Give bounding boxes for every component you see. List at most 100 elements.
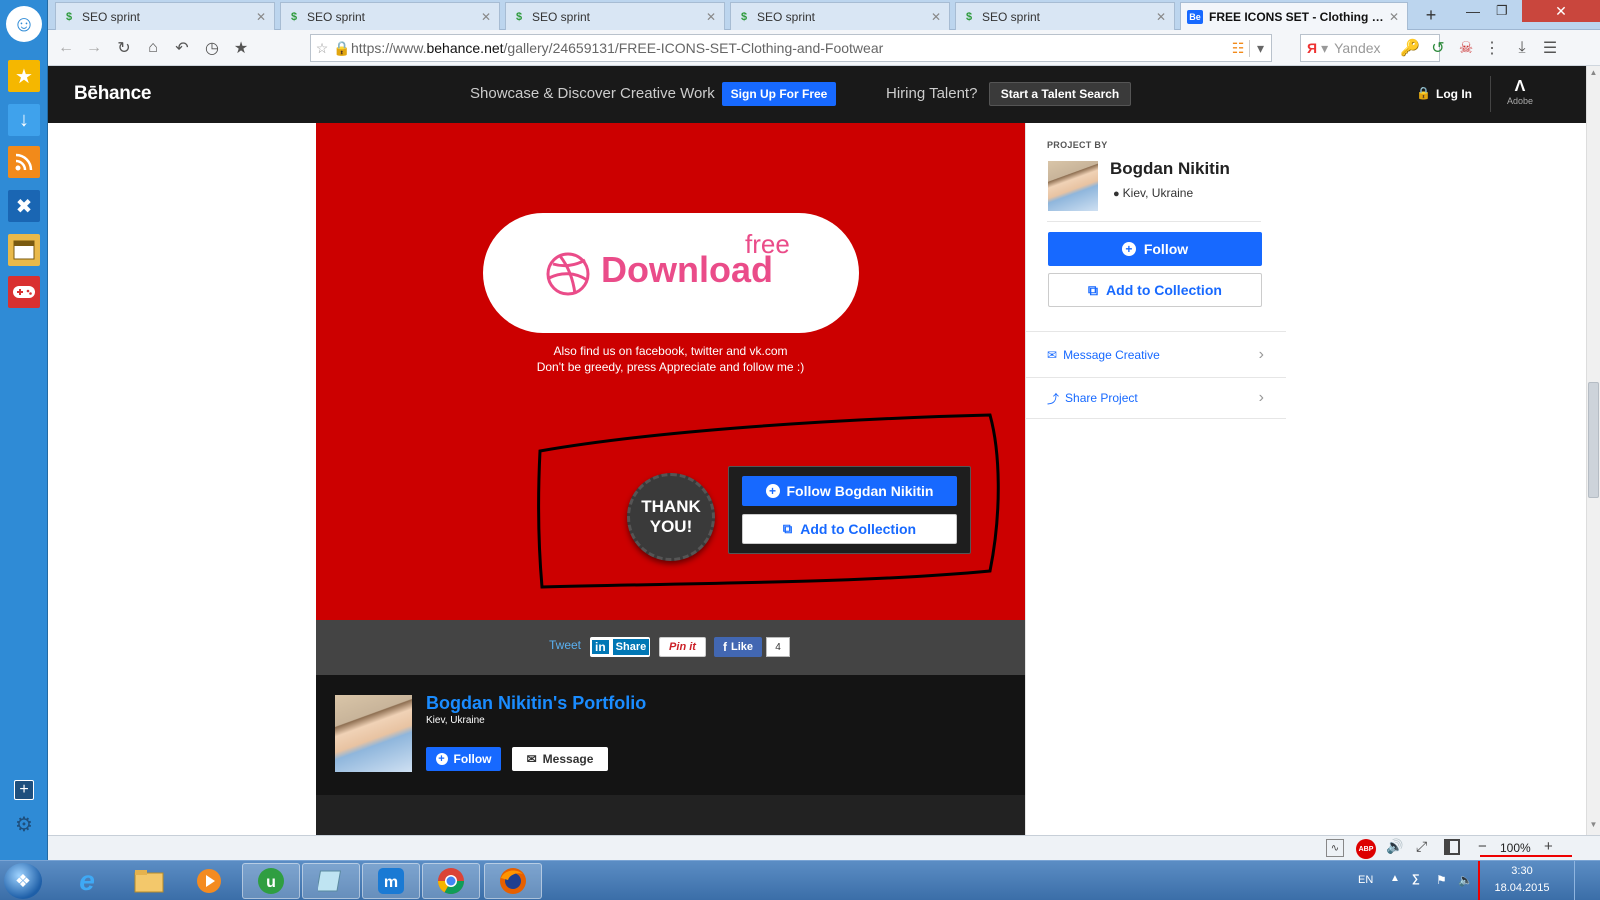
portfolio-follow-button[interactable]: + Follow	[426, 747, 501, 771]
show-desktop-button[interactable]	[1574, 861, 1598, 900]
pinterest-button[interactable]: Pin it	[659, 637, 706, 657]
file-explorer-icon[interactable]	[120, 863, 178, 899]
scrollbar-thumb[interactable]	[1588, 382, 1599, 498]
svg-text:u: u	[266, 874, 276, 891]
tab-seo-sprint-5[interactable]: $ SEO sprint ✕	[955, 2, 1175, 30]
passwords-key-icon[interactable]: 🔑	[1400, 38, 1420, 58]
portfolio-avatar[interactable]	[335, 695, 412, 772]
forward-arrow-icon[interactable]: →	[84, 38, 104, 58]
url-dropdown-icon[interactable]: ▾	[1249, 39, 1271, 57]
volume-icon[interactable]: 🔊	[1386, 838, 1403, 855]
login-link[interactable]: Log In	[1436, 87, 1472, 101]
page-scrollbar[interactable]: ▲ ▼	[1586, 66, 1600, 835]
system-clock[interactable]: 3:30 18.04.2015	[1478, 863, 1566, 897]
adobe-logo-icon: Λ	[1514, 78, 1526, 95]
share-project-link[interactable]: ⤴ Share Project ›	[1026, 378, 1286, 418]
zoom-out-icon[interactable]: −	[1478, 838, 1487, 855]
rss-icon[interactable]	[8, 146, 40, 178]
signup-button[interactable]: Sign Up For Free	[722, 82, 836, 106]
notes-icon[interactable]	[8, 234, 40, 266]
speaker-icon[interactable]: 🔈	[1458, 873, 1473, 887]
adblock-icon[interactable]: ☠	[1456, 38, 1476, 58]
tab-seo-sprint-1[interactable]: $ SEO sprint ✕	[55, 2, 275, 30]
reload-icon[interactable]: ↻	[114, 38, 134, 58]
fullscreen-icon[interactable]: ⤢	[1416, 838, 1427, 855]
scroll-down-arrow-icon[interactable]: ▼	[1588, 820, 1599, 829]
zoom-in-icon[interactable]: +	[1544, 838, 1553, 855]
close-tab-icon[interactable]: ✕	[929, 10, 943, 24]
restore-window-icon[interactable]: ❐	[1496, 3, 1508, 19]
close-tab-icon[interactable]: ✕	[1154, 10, 1168, 24]
bookmarks-star-icon[interactable]: ★	[8, 60, 40, 92]
tray-expand-icon[interactable]: ▲	[1390, 873, 1400, 884]
sidebar-follow-button[interactable]: + Follow	[1048, 232, 1262, 266]
behance-logo[interactable]: Bēhance	[74, 83, 151, 105]
firefox-icon[interactable]	[484, 863, 542, 899]
games-gamepad-icon[interactable]	[8, 276, 40, 308]
settings-gear-icon[interactable]: ⚙	[12, 812, 36, 836]
translate-icon[interactable]: ↺	[1428, 38, 1448, 58]
scroll-up-arrow-icon[interactable]: ▲	[1588, 68, 1599, 77]
performance-graph-icon[interactable]: ∿	[1326, 839, 1344, 857]
maxthon-browser-icon[interactable]: m	[362, 863, 420, 899]
talent-search-button[interactable]: Start a Talent Search	[989, 82, 1131, 106]
undo-close-icon[interactable]: ↶	[172, 38, 192, 58]
smiley-icon[interactable]: ☺	[6, 6, 42, 42]
chevron-right-icon: ›	[1258, 345, 1264, 363]
portfolio-message-button[interactable]: ✉ Message	[512, 747, 608, 771]
history-clock-icon[interactable]: ◷	[202, 38, 222, 58]
url-prefix: https://www.	[351, 40, 427, 56]
rss-feed-icon[interactable]: ☷	[1227, 40, 1249, 57]
portfolio-title-link[interactable]: Bogdan Nikitin's Portfolio	[426, 693, 646, 714]
follow-owner-button[interactable]: + Follow Bogdan Nikitin	[742, 476, 957, 506]
chrome-icon[interactable]	[422, 863, 480, 899]
downloads-icon[interactable]: ↓	[8, 104, 40, 136]
address-bar[interactable]: ☆ 🔒 https://www. behance.net/gallery/2465…	[310, 34, 1272, 62]
notepad-icon[interactable]	[302, 863, 360, 899]
close-window-icon[interactable]: ✕	[1522, 0, 1600, 22]
main-menu-icon[interactable]: ☰	[1540, 38, 1560, 58]
internet-explorer-icon[interactable]: e	[58, 863, 116, 899]
clock-time: 3:30	[1511, 865, 1533, 877]
portfolio-block: Bogdan Nikitin's Portfolio Kiev, Ukraine…	[316, 675, 1025, 795]
tweet-link[interactable]: Tweet	[549, 638, 581, 652]
adobe-link[interactable]: Λ Adobe	[1506, 78, 1534, 106]
sidebar-add-collection-button[interactable]: ⧉ Add to Collection	[1048, 273, 1262, 307]
clock-date: 18.04.2015	[1494, 882, 1550, 894]
start-button[interactable]: ❖	[4, 863, 42, 899]
add-bookmark-star-icon[interactable]: ☆	[311, 40, 333, 57]
download-icon[interactable]: ⤓	[1512, 38, 1532, 58]
back-arrow-icon[interactable]: ←	[56, 38, 76, 58]
close-tab-icon[interactable]: ✕	[254, 10, 268, 24]
action-center-flag-icon[interactable]: ⚑	[1436, 873, 1447, 887]
bookmark-star-icon[interactable]: ★	[231, 38, 251, 58]
owner-avatar[interactable]	[1048, 161, 1098, 211]
new-tab-plus-icon[interactable]: +	[1420, 4, 1442, 26]
close-tab-icon[interactable]: ✕	[1387, 10, 1401, 24]
close-tab-icon[interactable]: ✕	[479, 10, 493, 24]
close-tab-icon[interactable]: ✕	[704, 10, 718, 24]
split-view-icon[interactable]	[1444, 839, 1460, 855]
media-player-icon[interactable]	[180, 863, 238, 899]
minimize-window-icon[interactable]: —	[1466, 3, 1480, 19]
home-icon[interactable]: ⌂	[143, 38, 163, 58]
utorrent-icon[interactable]: u	[242, 863, 300, 899]
tab-seo-sprint-3[interactable]: $ SEO sprint ✕	[505, 2, 725, 30]
facebook-like-button[interactable]: f Like	[714, 637, 762, 657]
message-creative-link[interactable]: ✉ Message Creative ›	[1026, 332, 1286, 377]
owner-name-link[interactable]: Bogdan Nikitin	[1110, 159, 1230, 179]
input-language[interactable]: EN	[1358, 874, 1373, 886]
add-to-collection-button-widget[interactable]: ⧉ Add to Collection	[742, 514, 957, 544]
tab-seo-sprint-2[interactable]: $ SEO sprint ✕	[280, 2, 500, 30]
download-button[interactable]: Download free	[483, 213, 859, 333]
tab-seo-sprint-4[interactable]: $ SEO sprint ✕	[730, 2, 950, 30]
tools-icon[interactable]: ✖	[8, 190, 40, 222]
browser-status-bar: ∿ ABP 🔊 ⤢ − 100% +	[48, 835, 1600, 860]
menu-more-icon[interactable]: ⋮	[1482, 38, 1502, 58]
tray-app-icon[interactable]: ∑	[1412, 873, 1420, 885]
tab-behance-active[interactable]: Be FREE ICONS SET - Clothing and ... ✕	[1180, 2, 1408, 30]
next-project-strip	[316, 795, 1025, 835]
add-panel-icon[interactable]: +	[14, 780, 34, 800]
adblock-plus-icon[interactable]: ABP	[1356, 839, 1376, 859]
linkedin-share-button[interactable]: in Share	[590, 637, 650, 657]
